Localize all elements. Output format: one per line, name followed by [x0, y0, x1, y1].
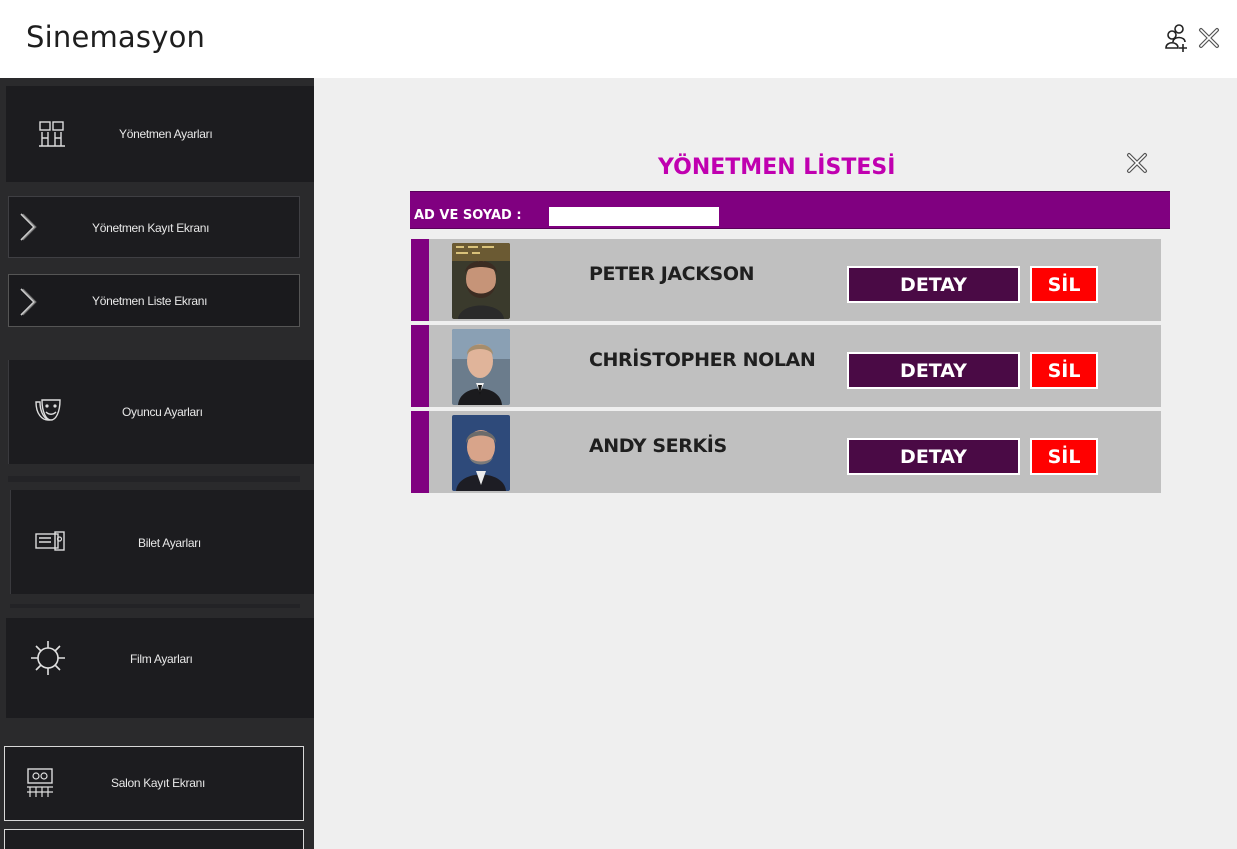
row-accent — [411, 411, 429, 493]
sidebar-item-actor-settings[interactable]: Oyuncu Ayarları — [8, 360, 314, 464]
sidebar-item-label: Oyuncu Ayarları — [122, 405, 203, 419]
search-label: AD VE SOYAD : — [414, 208, 522, 223]
sidebar-item-hall-register[interactable]: Salon Kayıt Ekranı — [4, 746, 304, 821]
director-icon — [34, 116, 70, 152]
sidebar-item-label: Salon Kayıt Ekranı — [111, 776, 205, 790]
chevron-right-icon — [15, 210, 41, 244]
main-content: YÖNETMEN LİSTESİ AD VE SOYAD : PETER JAC… — [314, 78, 1237, 849]
close-icon[interactable] — [1124, 150, 1150, 176]
sidebar: Yönetmen Ayarları Yönetmen Kayıt Ekranı … — [0, 78, 314, 849]
app-title: Sinemasyon — [26, 20, 206, 54]
add-user-icon[interactable] — [1163, 22, 1193, 54]
cinema-hall-icon — [23, 765, 57, 801]
search-bar: AD VE SOYAD : — [410, 191, 1170, 229]
director-photo — [452, 329, 510, 405]
detail-button[interactable]: DETAY — [847, 352, 1020, 389]
divider — [10, 604, 300, 608]
director-row: CHRİSTOPHER NOLAN DETAY SİL — [411, 325, 1161, 407]
page-title: YÖNETMEN LİSTESİ — [658, 155, 896, 180]
sidebar-item-label: Yönetmen Ayarları — [119, 127, 213, 141]
sidebar-item-next[interactable] — [4, 829, 304, 849]
row-accent — [411, 239, 429, 321]
sidebar-item-director-register[interactable]: Yönetmen Kayıt Ekranı — [8, 196, 300, 258]
delete-button[interactable]: SİL — [1030, 266, 1098, 303]
sidebar-item-label: Bilet Ayarları — [138, 536, 201, 550]
ticket-icon — [32, 526, 68, 556]
sidebar-item-label: Yönetmen Liste Ekranı — [92, 294, 208, 308]
sidebar-item-label: Yönetmen Kayıt Ekranı — [92, 221, 210, 235]
sidebar-item-director-list[interactable]: Yönetmen Liste Ekranı — [8, 274, 300, 327]
director-photo — [452, 243, 510, 319]
director-name: PETER JACKSON — [589, 263, 755, 285]
delete-button[interactable]: SİL — [1030, 352, 1098, 389]
sidebar-item-ticket-settings[interactable]: Bilet Ayarları — [10, 490, 314, 594]
gear-icon — [26, 636, 70, 680]
sidebar-item-film-settings[interactable]: Film Ayarları — [6, 618, 314, 718]
detail-button[interactable]: DETAY — [847, 266, 1020, 303]
title-bar: Sinemasyon — [0, 0, 1237, 78]
sidebar-item-label: Film Ayarları — [130, 652, 193, 666]
app-window: Sinemasyon Yönetmen Ayarları Yönetmen Ka… — [0, 0, 1237, 849]
sidebar-item-director-settings[interactable]: Yönetmen Ayarları — [6, 86, 314, 182]
divider — [8, 476, 300, 482]
chevron-right-icon — [15, 285, 41, 319]
theater-masks-icon — [30, 392, 66, 428]
name-search-input[interactable] — [549, 207, 719, 226]
director-row: ANDY SERKİS DETAY SİL — [411, 411, 1161, 493]
director-name: CHRİSTOPHER NOLAN — [589, 349, 816, 371]
row-accent — [411, 325, 429, 407]
delete-button[interactable]: SİL — [1030, 438, 1098, 475]
director-row: PETER JACKSON DETAY SİL — [411, 239, 1161, 321]
director-photo — [452, 415, 510, 491]
director-name: ANDY SERKİS — [589, 435, 727, 457]
detail-button[interactable]: DETAY — [847, 438, 1020, 475]
close-icon[interactable] — [1194, 22, 1224, 54]
